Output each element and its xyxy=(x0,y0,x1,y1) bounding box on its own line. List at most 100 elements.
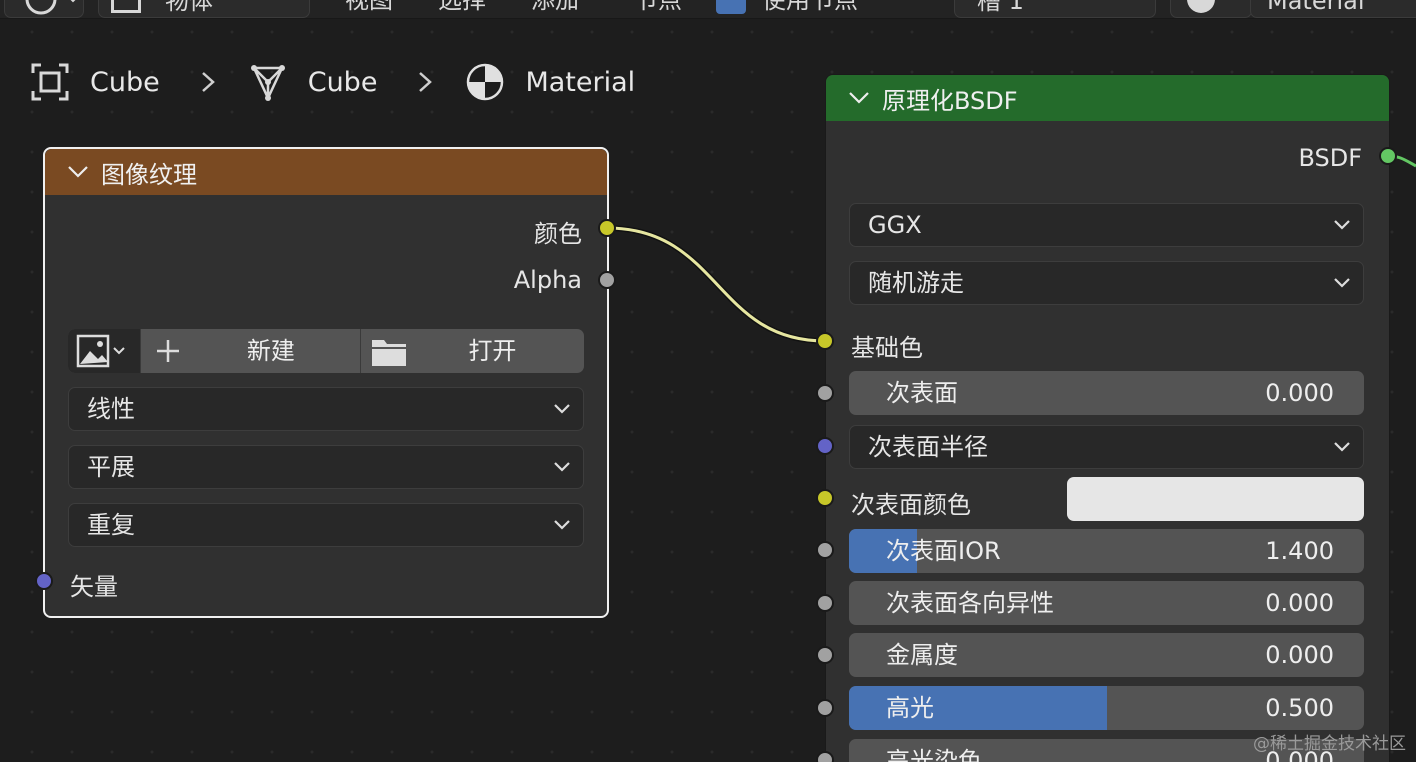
socket-subsurface-anisotropy-input[interactable] xyxy=(816,594,834,612)
chevron-right-icon xyxy=(200,70,216,94)
image-icon xyxy=(76,334,125,368)
socket-base-color-input[interactable] xyxy=(816,332,834,350)
socket-color-output[interactable] xyxy=(598,219,616,237)
chevron-down-icon xyxy=(553,504,571,546)
node-editor-icon xyxy=(25,0,76,15)
specular-field[interactable]: 高光 0.500 xyxy=(849,686,1364,730)
socket-subsurface-input[interactable] xyxy=(816,384,834,402)
use-nodes-label: 使用节点 xyxy=(762,0,858,14)
new-image-button[interactable]: 新建 xyxy=(139,329,361,373)
projection-dropdown[interactable]: 平展 xyxy=(68,445,584,489)
field-value: 1.400 xyxy=(1265,537,1334,565)
chevron-right-icon xyxy=(417,70,433,94)
subsurface-color-swatch[interactable] xyxy=(1067,477,1364,521)
slot-dropdown[interactable]: 槽 1 xyxy=(954,0,1156,18)
base-color-label: 基础色 xyxy=(851,334,923,362)
interpolation-dropdown[interactable]: 线性 xyxy=(68,387,584,431)
socket-metallic-input[interactable] xyxy=(816,646,834,664)
subsurface-color-label: 次表面颜色 xyxy=(851,491,971,519)
chevron-down-icon xyxy=(553,388,571,430)
input-vector-label: 矢量 xyxy=(70,573,118,601)
subsurface-anisotropy-field[interactable]: 次表面各向异性 0.000 xyxy=(849,581,1364,625)
material-browse-button[interactable] xyxy=(1170,0,1252,18)
subsurface-method-dropdown[interactable]: 随机游走 xyxy=(849,261,1364,305)
field-value: 0.000 xyxy=(1265,379,1334,407)
slot-label: 槽 1 xyxy=(977,0,1024,15)
breadcrumb-material[interactable]: Material xyxy=(525,67,635,98)
distribution-value: GGX xyxy=(868,211,922,239)
chevron-down-icon xyxy=(1333,262,1351,304)
socket-alpha-output[interactable] xyxy=(598,271,616,289)
socket-bsdf-output[interactable] xyxy=(1379,147,1397,165)
field-label: 金属度 xyxy=(886,641,958,669)
image-texture-node[interactable]: 图像纹理 颜色 Alpha 新建 打开 线性 平展 重复 矢量 xyxy=(43,147,609,618)
output-color-label: 颜色 xyxy=(534,220,582,248)
field-value: 0.000 xyxy=(1265,641,1334,669)
material-name-field[interactable]: Material xyxy=(1250,0,1416,18)
subsurface-radius-label: 次表面半径 xyxy=(868,433,988,461)
node-header[interactable]: 图像纹理 xyxy=(45,149,607,195)
socket-subsurface-color-input[interactable] xyxy=(816,489,834,507)
link-color-to-base-color[interactable] xyxy=(606,226,826,343)
open-label: 打开 xyxy=(468,337,517,365)
projection-value: 平展 xyxy=(87,453,135,481)
node-title: 图像纹理 xyxy=(101,160,197,189)
socket-subsurface-radius-input[interactable] xyxy=(816,437,834,455)
metallic-field[interactable]: 金属度 0.000 xyxy=(849,633,1364,677)
image-buttons-row: 新建 打开 xyxy=(68,329,584,373)
material-icon xyxy=(467,63,504,101)
breadcrumb-mesh[interactable]: Cube xyxy=(308,67,378,98)
socket-subsurface-ior-input[interactable] xyxy=(816,541,834,559)
material-name-text: Material xyxy=(1267,0,1365,15)
editor-header: 物体 视图 选择 添加 节点 使用节点 槽 1 Material xyxy=(0,0,1416,19)
folder-icon xyxy=(372,340,407,366)
socket-specular-input[interactable] xyxy=(816,699,834,717)
principled-bsdf-node[interactable]: 原理化BSDF BSDF GGX 随机游走 基础色 次表面 0.000 次表面半… xyxy=(825,74,1390,762)
field-value: 0.500 xyxy=(1265,694,1334,722)
mesh-icon xyxy=(250,65,285,101)
output-alpha-label: Alpha xyxy=(513,266,582,294)
chevron-down-icon xyxy=(553,446,571,488)
breadcrumb-object[interactable]: Cube xyxy=(90,67,160,98)
use-nodes-checkbox[interactable] xyxy=(716,0,746,14)
menu-add[interactable]: 添加 xyxy=(531,0,579,16)
link-shadow xyxy=(606,225,826,344)
watermark: @稀土掘金技术社区 xyxy=(1253,734,1406,754)
editor-type-selector[interactable] xyxy=(4,0,84,18)
object-mode-label: 物体 xyxy=(165,0,213,15)
socket-specular-tint-input[interactable] xyxy=(816,751,834,762)
node-header[interactable]: 原理化BSDF xyxy=(826,75,1389,121)
open-image-button[interactable]: 打开 xyxy=(360,329,584,373)
breadcrumb: Cube Cube Material xyxy=(30,60,635,104)
object-icon xyxy=(31,63,69,101)
output-bsdf-label: BSDF xyxy=(1298,144,1362,172)
node-title: 原理化BSDF xyxy=(882,86,1018,115)
socket-vector-input[interactable] xyxy=(35,572,53,590)
object-icon xyxy=(111,0,141,13)
chevron-down-icon[interactable] xyxy=(67,165,89,179)
chevron-down-icon xyxy=(1333,204,1351,246)
menu-select[interactable]: 选择 xyxy=(438,0,486,16)
object-mode-dropdown[interactable]: 物体 xyxy=(98,0,310,18)
field-label: 高光染色 xyxy=(886,747,982,762)
chevron-down-icon xyxy=(1333,426,1351,468)
material-icon xyxy=(1187,0,1215,13)
distribution-dropdown[interactable]: GGX xyxy=(849,203,1364,247)
subsurface-field[interactable]: 次表面 0.000 xyxy=(849,371,1364,415)
subsurface-radius-dropdown[interactable]: 次表面半径 xyxy=(849,425,1364,469)
subsurface-method-value: 随机游走 xyxy=(868,269,964,297)
field-label: 高光 xyxy=(886,694,934,722)
node-editor-canvas[interactable]: 物体 视图 选择 添加 节点 使用节点 槽 1 Material Cube Cu… xyxy=(0,0,1416,762)
subsurface-ior-field[interactable]: 次表面IOR 1.400 xyxy=(849,529,1364,573)
menu-node[interactable]: 节点 xyxy=(634,0,682,16)
extension-value: 重复 xyxy=(87,511,135,539)
field-label: 次表面IOR xyxy=(886,537,1001,565)
interpolation-value: 线性 xyxy=(87,395,135,423)
chevron-down-icon[interactable] xyxy=(848,91,870,105)
menu-view[interactable]: 视图 xyxy=(345,0,393,16)
extension-dropdown[interactable]: 重复 xyxy=(68,503,584,547)
image-browse-button[interactable] xyxy=(68,329,140,373)
plus-icon xyxy=(156,340,179,362)
field-value: 0.000 xyxy=(1265,589,1334,617)
new-label: 新建 xyxy=(246,337,295,365)
